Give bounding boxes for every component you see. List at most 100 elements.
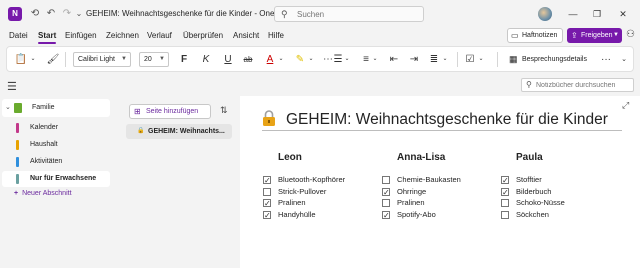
checkbox[interactable] — [263, 175, 271, 186]
add-page-icon: ⊞ — [134, 107, 141, 116]
todo-item[interactable]: Bluetooth-Kopfhörer — [262, 174, 372, 186]
column-heading[interactable]: Leon — [278, 152, 372, 174]
todo-item[interactable]: Pralinen — [262, 197, 372, 209]
page-canvas[interactable]: ⤢ GEHEIM: Weihnachtsgeschenke für die Ki… — [240, 96, 640, 268]
tag-checkbox-icon[interactable]: ☑ — [463, 51, 477, 68]
section-nur-fuer-erwachsene[interactable]: Nur für Erwachsene — [2, 171, 110, 187]
checkbox[interactable] — [501, 175, 509, 186]
navigation-menu-icon[interactable]: ☰ — [7, 80, 17, 93]
new-section-button[interactable]: + Neuer Abschnitt — [14, 190, 72, 197]
todo-text: Strick-Pullover — [278, 186, 327, 196]
maximize-icon[interactable]: ❐ — [590, 7, 604, 21]
sort-icon[interactable]: ⇅ — [220, 105, 228, 116]
chevron-down-icon[interactable]: ⌄ — [5, 103, 11, 111]
column-heading[interactable]: Anna-Lisa — [397, 152, 491, 174]
checkbox[interactable] — [501, 210, 509, 219]
lock-icon — [263, 110, 275, 126]
freigeben-label: Freigeben — [581, 32, 613, 39]
todo-item[interactable]: Söckchen — [500, 209, 610, 221]
freigeben-button[interactable]: ⇪ Freigeben ▼ — [567, 28, 622, 43]
besprechungsdetails-button[interactable]: ▦ Besprechungsdetails — [507, 51, 595, 68]
font-name-select[interactable]: Calibri Light ▼ — [73, 52, 131, 67]
todo-item[interactable]: Chemie-Baukasten — [381, 174, 491, 186]
menu-ueberpruefen[interactable]: Überprüfen — [183, 31, 223, 40]
checkbox[interactable] — [382, 210, 390, 221]
todo-item[interactable]: Pralinen — [381, 197, 491, 209]
section-label: Aktivitäten — [30, 158, 63, 165]
font-size-value: 20 — [144, 56, 152, 63]
checkbox[interactable] — [263, 198, 271, 209]
todo-item[interactable]: Spotify-Abo — [381, 209, 491, 221]
menu-hilfe[interactable]: Hilfe — [268, 31, 284, 40]
menu-verlauf[interactable]: Verlauf — [147, 31, 172, 40]
todo-text: Söckchen — [516, 209, 549, 219]
menu-start[interactable]: Start — [38, 31, 56, 40]
checkbox[interactable] — [382, 176, 390, 184]
checkbox[interactable] — [501, 199, 509, 208]
section-label: Haushalt — [30, 141, 58, 148]
todo-item[interactable]: Handyhülle — [262, 209, 372, 221]
align-dropdown-icon[interactable]: ⌄ — [441, 51, 449, 68]
notebook-familie[interactable]: ⌄ Familie — [2, 99, 110, 117]
menu-einfuegen[interactable]: Einfügen — [65, 31, 97, 40]
checkbox[interactable] — [382, 199, 390, 208]
highlighter-dropdown-icon[interactable]: ⌄ — [307, 51, 315, 68]
menu-zeichnen[interactable]: Zeichnen — [106, 31, 139, 40]
more-options-icon[interactable]: ··· — [599, 51, 613, 68]
todo-item[interactable]: Bilderbuch — [500, 186, 610, 198]
column-heading[interactable]: Paula — [516, 152, 610, 174]
menu-datei[interactable]: Datei — [9, 31, 28, 40]
format-painter-icon[interactable]: 🖌 — [45, 51, 61, 68]
align-icon[interactable]: ≣ — [427, 51, 441, 68]
tag-dropdown-icon[interactable]: ⌄ — [477, 51, 485, 68]
section-aktivitaeten[interactable]: Aktivitäten — [2, 154, 110, 170]
back-icon[interactable]: ⟲ — [28, 7, 42, 21]
checkbox[interactable] — [263, 210, 271, 221]
title-search-box[interactable]: ⚲ — [274, 6, 424, 22]
paste-dropdown-icon[interactable]: ⌄ — [29, 51, 37, 68]
section-kalender[interactable]: Kalender — [2, 120, 110, 136]
decrease-indent-icon[interactable]: ⇤ — [387, 51, 401, 68]
ribbon-divider — [457, 52, 458, 67]
todo-item[interactable]: Schoko-Nüsse — [500, 197, 610, 209]
menu-ansicht[interactable]: Ansicht — [233, 31, 259, 40]
page-title[interactable]: GEHEIM: Weihnachtsgeschenke für die Kind… — [286, 111, 608, 129]
font-size-select[interactable]: 20 ▼ — [139, 52, 169, 67]
highlighter-icon[interactable]: ✎ — [293, 51, 307, 68]
checkbox[interactable] — [382, 187, 390, 198]
strikethrough-button[interactable]: ab — [241, 51, 255, 68]
expand-icon[interactable]: ⤢ — [622, 100, 629, 111]
notebook-search-input[interactable] — [536, 80, 632, 91]
add-page-button[interactable]: ⊞ Seite hinzufügen — [129, 104, 211, 119]
pages-pane: ⊞ Seite hinzufügen ⇅ 🔒 GEHEIM: Weihnacht… — [120, 96, 238, 268]
section-haushalt[interactable]: Haushalt — [2, 137, 110, 153]
todo-item[interactable]: Strick-Pullover — [262, 186, 372, 198]
close-icon[interactable]: ✕ — [616, 7, 630, 21]
bullet-dropdown-icon[interactable]: ⌄ — [343, 51, 351, 68]
increase-indent-icon[interactable]: ⇥ — [407, 51, 421, 68]
title-search-input[interactable] — [297, 8, 417, 20]
checkbox[interactable] — [263, 187, 271, 196]
paste-icon[interactable]: 📋 — [13, 51, 29, 68]
font-color-icon[interactable]: A — [263, 51, 277, 68]
notebook-search-box[interactable]: ⚲ — [521, 78, 634, 92]
customize-quick-access-icon[interactable]: ⌄ — [72, 7, 86, 21]
haftnotizen-button[interactable]: ▭ Haftnotizen — [507, 28, 563, 43]
numbered-dropdown-icon[interactable]: ⌄ — [371, 51, 379, 68]
person-icon[interactable]: ⚇ — [626, 29, 635, 40]
bold-button[interactable]: F — [177, 51, 191, 68]
checkbox[interactable] — [501, 187, 509, 198]
minimize-icon[interactable]: — — [566, 7, 580, 21]
underline-button[interactable]: U — [221, 51, 235, 68]
user-avatar[interactable] — [538, 7, 552, 21]
font-color-dropdown-icon[interactable]: ⌄ — [277, 51, 285, 68]
undo-icon[interactable]: ↶ — [44, 7, 58, 21]
todo-item[interactable]: Ohrringe — [381, 186, 491, 198]
search-icon: ⚲ — [281, 9, 288, 19]
page-list-item[interactable]: 🔒 GEHEIM: Weihnachts... — [126, 124, 232, 139]
todo-text: Chemie-Baukasten — [397, 175, 461, 184]
todo-item[interactable]: Stofftier — [500, 174, 610, 186]
italic-button[interactable]: K — [199, 51, 213, 68]
column-paula: Paula Stofftier Bilderbuch Schoko-Nüsse … — [500, 152, 610, 220]
collapse-ribbon-icon[interactable]: ⌄ — [619, 51, 629, 68]
